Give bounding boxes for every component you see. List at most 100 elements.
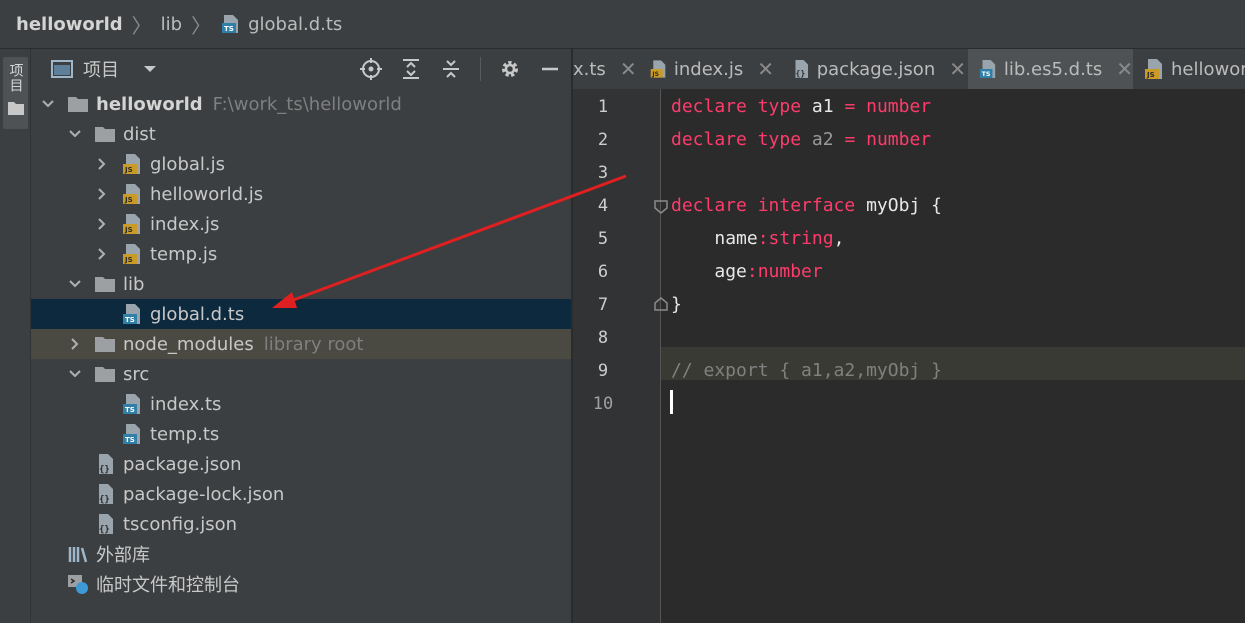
tree-node-external-libraries[interactable]: 外部库: [31, 539, 571, 569]
settings-button[interactable]: [499, 58, 521, 80]
collapse-all-button[interactable]: [440, 58, 462, 80]
folder-icon: [7, 102, 24, 115]
close-icon[interactable]: ✕: [1116, 57, 1133, 81]
ts-file-icon: TS: [979, 59, 996, 78]
tree-node-file[interactable]: {} package.json: [31, 449, 571, 479]
project-tree: helloworld F:\work_ts\helloworld dist JS …: [31, 89, 571, 599]
svg-text:JS: JS: [124, 166, 133, 174]
line-number: 8: [597, 328, 609, 348]
hide-panel-button[interactable]: [539, 58, 561, 80]
tree-node-file[interactable]: JS temp.js: [31, 239, 571, 269]
tab-label: package.json: [816, 58, 936, 80]
close-icon[interactable]: ✕: [949, 57, 966, 81]
code-line-7: }: [671, 294, 682, 315]
breadcrumb-folder[interactable]: lib: [161, 14, 182, 35]
chevron-right-icon[interactable]: [95, 187, 109, 201]
project-tool-label: 项目: [7, 63, 24, 93]
tree-node-file[interactable]: JS global.js: [31, 149, 571, 179]
svg-text:TS: TS: [982, 71, 991, 78]
chevron-down-icon[interactable]: [68, 127, 82, 141]
tree-label: temp.js: [150, 243, 218, 265]
breadcrumb-separator: 〉: [131, 13, 152, 38]
svg-text:JS: JS: [124, 226, 133, 234]
chevron-down-icon: [144, 66, 156, 72]
json-file-icon: {}: [99, 454, 113, 475]
locate-file-button[interactable]: [360, 58, 382, 80]
tree-node-selected-file[interactable]: TS global.d.ts: [31, 299, 571, 329]
project-view-selector[interactable]: 项目: [51, 49, 157, 89]
tree-node-root[interactable]: helloworld F:\work_ts\helloworld: [31, 89, 571, 119]
close-icon[interactable]: ✕: [757, 57, 774, 81]
tree-node-file[interactable]: TS temp.ts: [31, 419, 571, 449]
chevron-right-icon[interactable]: [95, 217, 109, 231]
editor-tab[interactable]: x.ts ✕: [573, 49, 640, 89]
toolbar-divider: [480, 57, 481, 81]
project-path: F:\work_ts\helloworld: [212, 93, 402, 115]
breadcrumb-separator: 〉: [191, 13, 212, 38]
js-file-icon: JS: [650, 60, 666, 78]
editor-tab[interactable]: JS index.js ✕: [649, 49, 774, 89]
svg-text:{}: {}: [795, 69, 805, 78]
tree-label: temp.ts: [150, 423, 220, 445]
tree-node-src[interactable]: src: [31, 359, 571, 389]
tree-node-lib[interactable]: lib: [31, 269, 571, 299]
text-caret: [670, 390, 673, 414]
project-window-icon: [51, 60, 73, 78]
crosshair-icon: [360, 58, 382, 80]
tab-label: x.ts: [573, 58, 606, 80]
line-number-current: 10: [592, 394, 614, 414]
breadcrumb-project[interactable]: helloworld: [16, 14, 123, 35]
editor-tab[interactable]: JS hellowor: [1143, 49, 1245, 89]
tree-label: global.js: [150, 153, 225, 175]
chevron-right-icon[interactable]: [95, 247, 109, 261]
minimize-icon: [542, 67, 558, 71]
project-tool-button[interactable]: 项目: [3, 57, 28, 129]
js-file-icon: JS: [123, 214, 140, 234]
collapse-all-icon: [443, 60, 459, 78]
tool-window-stripe: 项目: [0, 49, 31, 623]
project-panel-toolbar: [360, 49, 561, 89]
close-icon[interactable]: ✕: [620, 57, 637, 81]
tab-label: lib.es5.d.ts: [1003, 58, 1103, 80]
tree-node-file[interactable]: JS helloworld.js: [31, 179, 571, 209]
editor-tab[interactable]: {} package.json ✕: [791, 49, 966, 89]
tree-node-file[interactable]: JS index.js: [31, 209, 571, 239]
chevron-right-icon[interactable]: [95, 157, 109, 171]
line-number: 5: [597, 229, 609, 249]
tab-label: hellowor: [1171, 58, 1245, 80]
tree-node-file[interactable]: {} package-lock.json: [31, 479, 571, 509]
tree-label: package-lock.json: [123, 483, 285, 505]
editor-tab-active[interactable]: TS lib.es5.d.ts ✕: [968, 49, 1133, 89]
tree-label: helloworld: [96, 93, 203, 115]
code-line-4: declare interface myObj {: [671, 195, 942, 216]
folder-icon: [68, 97, 88, 112]
tree-node-node-modules[interactable]: node_modules library root: [31, 329, 571, 359]
ts-file-icon: TS: [123, 304, 140, 324]
chevron-right-icon[interactable]: [68, 337, 82, 351]
tree-node-dist[interactable]: dist: [31, 119, 571, 149]
tree-node-scratches[interactable]: 临时文件和控制台: [31, 569, 571, 599]
breadcrumb: helloworld 〉 lib 〉 TS global.d.ts: [0, 0, 1245, 49]
tree-node-file[interactable]: TS index.ts: [31, 389, 571, 419]
svg-text:TS: TS: [125, 406, 135, 414]
folder-icon: [95, 277, 115, 292]
svg-text:JS: JS: [124, 196, 133, 204]
folder-icon: [95, 127, 115, 142]
library-icon: [68, 547, 88, 563]
project-panel: 项目 helloworld F:\work_ts\helloworld dist…: [31, 49, 571, 623]
tree-label: global.d.ts: [150, 303, 245, 325]
tree-label: lib: [123, 273, 145, 295]
code-area[interactable]: declare type a1 = number declare type a2…: [661, 89, 1245, 623]
json-file-icon: {}: [99, 484, 113, 505]
expand-all-button[interactable]: [400, 58, 422, 80]
chevron-down-icon[interactable]: [68, 367, 82, 381]
line-number: 2: [597, 130, 609, 150]
svg-text:{}: {}: [99, 495, 110, 505]
library-root-hint: library root: [263, 333, 364, 355]
breadcrumb-file[interactable]: global.d.ts: [248, 14, 342, 35]
tree-label: 临时文件和控制台: [96, 575, 240, 596]
chevron-down-icon[interactable]: [68, 277, 82, 291]
chevron-down-icon[interactable]: [41, 97, 55, 111]
svg-text:JS: JS: [124, 256, 133, 264]
tree-node-file[interactable]: {} tsconfig.json: [31, 509, 571, 539]
